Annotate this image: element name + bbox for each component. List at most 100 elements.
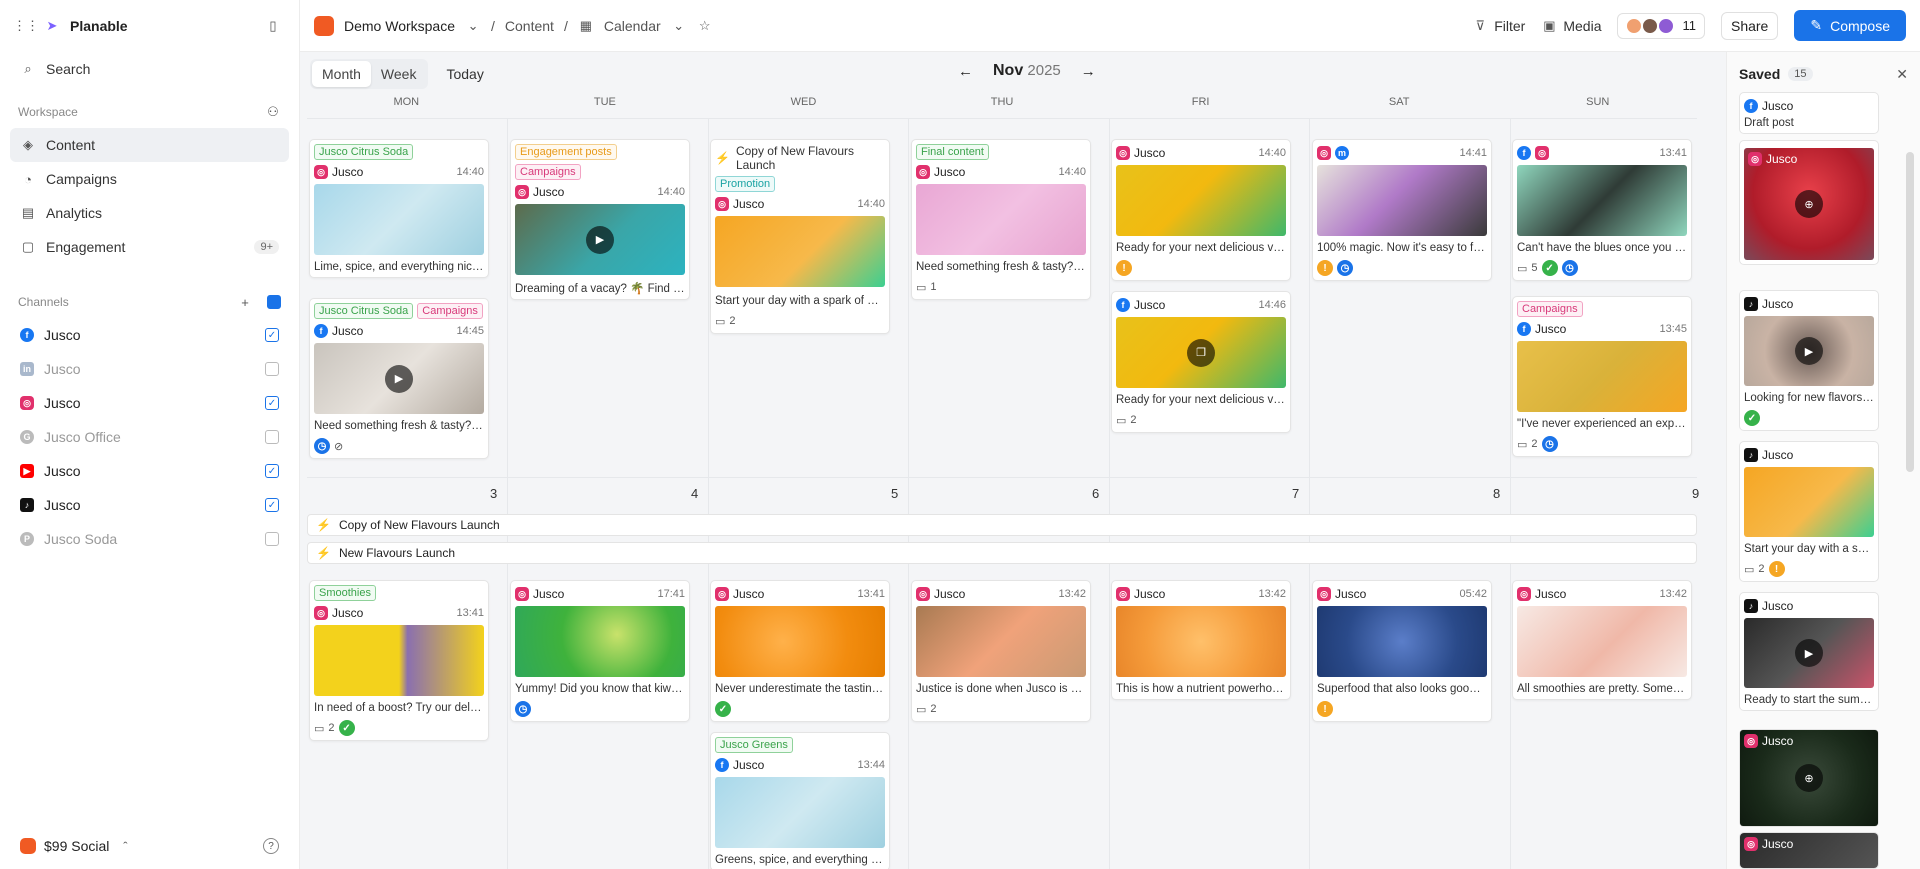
avatar	[1658, 17, 1675, 34]
post-card[interactable]: ◎ Jusco 17:41 Yummy! Did you know that kiw…	[510, 580, 690, 722]
post-card[interactable]: ◎ Jusco 13:42 Justice is done when Jusco i…	[911, 580, 1091, 722]
apps-grid-icon[interactable]: ⋮⋮	[13, 18, 39, 34]
post-card[interactable]: f ◎ 13:41 Can't have the blues once you ta…	[1512, 139, 1692, 281]
help-icon[interactable]: ?	[263, 838, 279, 854]
video-icon[interactable]: ▶	[385, 364, 413, 393]
post-card[interactable]: ◎ Jusco 13:42 All smoothies are pretty. So…	[1512, 580, 1692, 700]
saved-post-card[interactable]: ♪ Jusco Start your day with a spa... ▭ 2!	[1739, 441, 1879, 582]
month-view-button[interactable]: Month	[312, 61, 371, 87]
members-button[interactable]: 11	[1617, 12, 1705, 39]
campaign-bar[interactable]: ⚡ Copy of New Flavours Launch	[307, 514, 1697, 536]
post-card[interactable]: ◎ Jusco 14:40 Ready for your next deliciou…	[1111, 139, 1291, 281]
saved-post-card[interactable]: ♪ Jusco ▶ Ready to start the summ...	[1739, 592, 1879, 711]
add-member-icon[interactable]: ⚇	[265, 104, 281, 120]
saved-scrollbar[interactable]	[1906, 152, 1914, 472]
sidebar-toggle-icon[interactable]: ▯	[265, 18, 281, 34]
instagram-icon: ◎	[1535, 146, 1549, 160]
channel-checkbox[interactable]	[265, 430, 279, 444]
channel-item[interactable]: ▶ Jusco ✓	[10, 454, 289, 488]
label-tag: Smoothies	[314, 585, 376, 601]
add-to-calendar-icon[interactable]: ⊕	[1795, 190, 1823, 218]
carousel-icon[interactable]: ❐	[1187, 338, 1215, 367]
chevron-down-icon[interactable]: ⌄	[465, 18, 481, 34]
channel-item[interactable]: f Jusco ✓	[10, 318, 289, 352]
video-icon[interactable]: ▶	[586, 225, 614, 254]
channel-checkbox[interactable]: ✓	[265, 396, 279, 410]
star-icon[interactable]: ☆	[697, 18, 713, 34]
video-icon[interactable]: ▶	[1795, 639, 1823, 667]
search-button[interactable]: ⌕ Search	[10, 52, 289, 86]
channel-checkbox[interactable]: ✓	[265, 328, 279, 342]
channel-item[interactable]: P Jusco Soda	[10, 522, 289, 556]
select-all-checkbox[interactable]	[267, 295, 281, 309]
view-selector[interactable]: Calendar	[604, 18, 661, 34]
post-card[interactable]: Campaigns f Jusco 13:45 "I've never experi…	[1512, 296, 1692, 457]
post-card[interactable]: Jusco Greens f Jusco 13:44 Greens, spice, …	[710, 732, 890, 869]
saved-post-card[interactable]: ◎ Jusco ⊕	[1739, 140, 1879, 265]
close-icon[interactable]: ✕	[1896, 66, 1908, 83]
post-card[interactable]: ⚡ Copy of New Flavours Launch Promotion ◎…	[710, 139, 890, 334]
breadcrumb-content[interactable]: Content	[505, 18, 554, 34]
plan-selector[interactable]: $99 Social ˆ ?	[10, 829, 289, 863]
video-icon[interactable]: ▶	[1795, 337, 1823, 365]
week-view-button[interactable]: Week	[371, 61, 427, 87]
calendar-icon: ▦	[579, 17, 592, 33]
add-to-calendar-icon[interactable]: ⊕	[1795, 764, 1823, 792]
post-card[interactable]: ◎ Jusco 13:42 This is how a nutrient power…	[1111, 580, 1291, 700]
post-image	[715, 606, 885, 677]
channels-section[interactable]: Channels +	[10, 286, 289, 318]
saved-post-card[interactable]: f Jusco Draft post	[1739, 92, 1879, 134]
saved-post-card[interactable]: ◎ Jusco ⊕	[1739, 729, 1879, 827]
sidebar-item-engagement[interactable]: ▢ Engagement 9+	[10, 230, 289, 264]
channel-item[interactable]: ◎ Jusco ✓	[10, 386, 289, 420]
channel-item[interactable]: in Jusco	[10, 352, 289, 386]
today-button[interactable]: Today	[446, 66, 483, 82]
add-channel-icon[interactable]: +	[237, 294, 253, 310]
filter-button[interactable]: ⊽ Filter	[1472, 18, 1525, 34]
prev-month-arrow-icon[interactable]: ←	[958, 63, 973, 80]
approved-icon: ✓	[715, 701, 731, 717]
post-text: Looking for new flavors. ...	[1744, 392, 1874, 404]
account-name: Jusco	[1335, 587, 1367, 601]
plan-label: $99 Social	[44, 838, 110, 854]
post-image: ◎ Jusco ⊕	[1740, 730, 1878, 826]
saved-post-card[interactable]: ♪ Jusco ▶ Looking for new flavors. ... ✓	[1739, 290, 1879, 431]
instagram-icon: ◎	[715, 587, 729, 601]
channel-item[interactable]: G Jusco Office	[10, 420, 289, 454]
account-name: Jusco	[1535, 587, 1567, 601]
media-button[interactable]: ▣ Media	[1541, 18, 1601, 34]
chevron-down-icon[interactable]: ⌄	[671, 18, 687, 34]
post-card[interactable]: Jusco Citrus Soda Campaigns f Jusco 14:45 ▶…	[309, 298, 489, 459]
workspace-selector[interactable]: Demo Workspace	[344, 18, 455, 34]
post-card[interactable]: ◎ Jusco 13:41 Never underestimate the tast…	[710, 580, 890, 722]
saved-post-card[interactable]: ◎ Jusco	[1739, 832, 1879, 869]
sidebar-item-analytics[interactable]: ▤ Analytics	[10, 196, 289, 230]
compose-button[interactable]: ✎ Compose	[1794, 10, 1906, 41]
share-button[interactable]: Share	[1720, 11, 1779, 40]
channel-checkbox[interactable]: ✓	[265, 464, 279, 478]
channel-checkbox[interactable]: ✓	[265, 498, 279, 512]
post-card[interactable]: Jusco Citrus Soda ◎ Jusco 14:40 Lime, spic…	[309, 139, 489, 278]
post-image: ▶	[314, 343, 484, 414]
sidebar-item-campaigns[interactable]: ◔ Campaigns	[10, 162, 289, 196]
post-card[interactable]: f Jusco 14:46 ❐ Ready for your next delici…	[1111, 291, 1291, 433]
comment-icon: ▭	[1116, 414, 1127, 427]
sidebar-item-content[interactable]: ◈ Content	[10, 128, 289, 162]
post-image	[1317, 165, 1487, 236]
sidebar-item-label: Analytics	[46, 205, 103, 221]
channel-checkbox[interactable]	[265, 532, 279, 546]
post-card[interactable]: ◎ Jusco 05:42 Superfood that also looks go…	[1312, 580, 1492, 722]
account-name: Jusco	[934, 165, 966, 179]
campaign-bar[interactable]: ⚡ New Flavours Launch	[307, 542, 1697, 564]
workspace-section[interactable]: Workspace ⚇	[10, 96, 289, 128]
post-card[interactable]: Final content ◎ Jusco 14:40 Need something…	[911, 139, 1091, 300]
post-time: 14:40	[456, 166, 484, 178]
next-month-arrow-icon[interactable]: →	[1081, 63, 1096, 80]
post-card[interactable]: Smoothies ◎ Jusco 13:41 In need of a boost…	[309, 580, 489, 741]
campaign-name: Copy of New Flavours Launch	[338, 518, 500, 532]
account-name: Jusco	[1762, 297, 1794, 311]
post-card[interactable]: Engagement posts Campaigns ◎ Jusco 14:40 ▶ …	[510, 139, 690, 300]
post-card[interactable]: ◎ m 14:41 100% magic. Now it's easy to fee…	[1312, 139, 1492, 281]
channel-checkbox[interactable]	[265, 362, 279, 376]
channel-item[interactable]: ♪ Jusco ✓	[10, 488, 289, 522]
